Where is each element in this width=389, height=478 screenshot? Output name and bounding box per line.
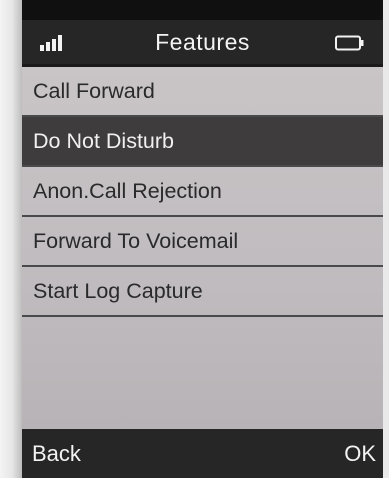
back-softkey[interactable]: Back — [32, 441, 81, 467]
menu-item-call-forward[interactable]: Call Forward — [22, 67, 383, 117]
device-bezel-left — [0, 0, 22, 478]
status-bar: Features — [22, 20, 383, 64]
softkey-bar: Back OK — [22, 429, 383, 478]
battery-icon — [335, 35, 365, 51]
menu-item-do-not-disturb[interactable]: Do Not Disturb — [22, 117, 383, 167]
menu-item-start-log-capture[interactable]: Start Log Capture — [22, 267, 383, 317]
page-title: Features — [155, 29, 250, 55]
phone-screen: Features Call Forward Do Not Disturb Ano… — [22, 20, 383, 478]
menu-item-forward-to-voicemail[interactable]: Forward To Voicemail — [22, 217, 383, 267]
menu-item-anon-call-rejection[interactable]: Anon.Call Rejection — [22, 167, 383, 217]
features-menu-list: Call Forward Do Not Disturb Anon.Call Re… — [22, 67, 383, 429]
ok-softkey[interactable]: OK — [344, 441, 376, 467]
device-bezel-right — [383, 0, 389, 478]
